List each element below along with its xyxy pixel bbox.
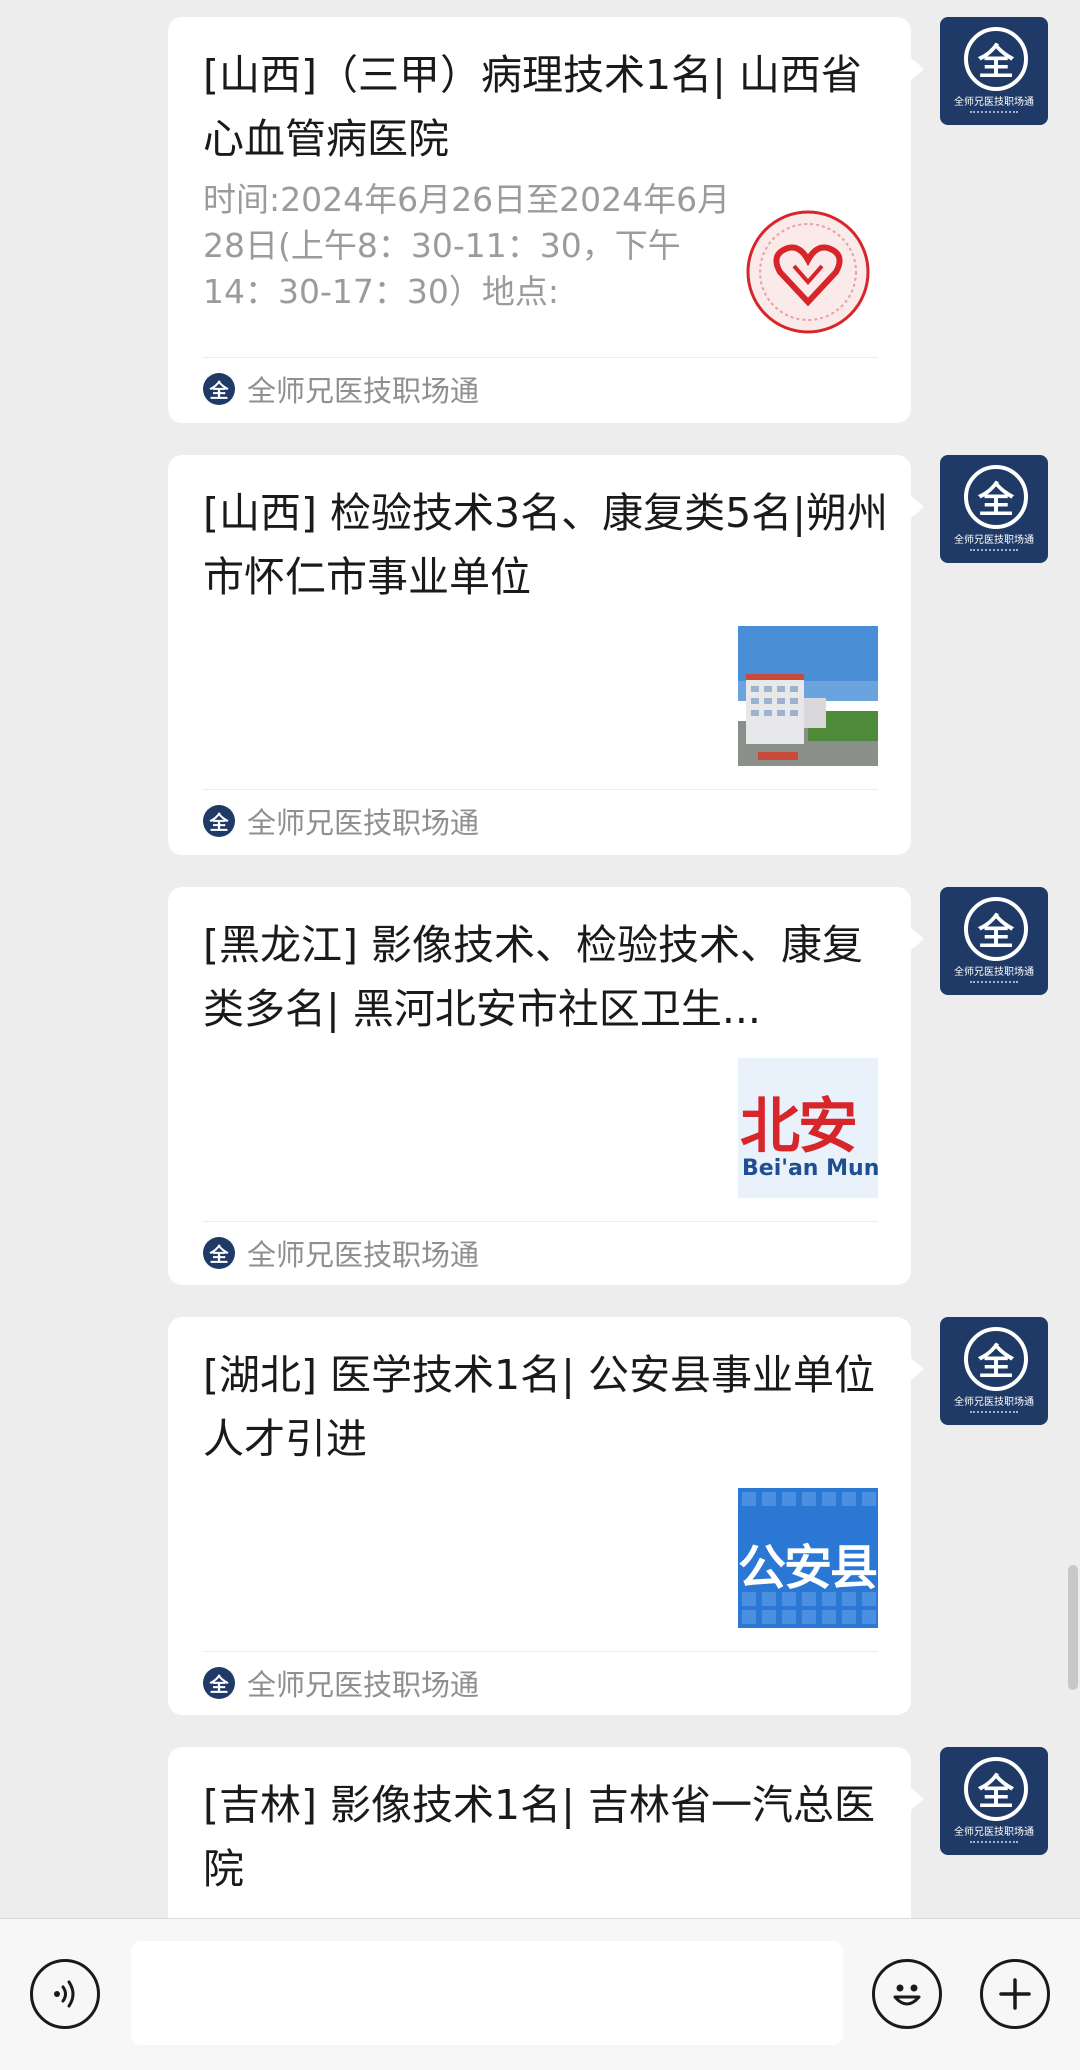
source-logo-icon: 全 (203, 1237, 235, 1269)
voice-icon (54, 1980, 75, 2008)
article-source[interactable]: 全 全师兄医技职场通 (203, 801, 479, 841)
avatar[interactable]: 全 全师兄医技职场通 (940, 17, 1048, 125)
article-title: [吉林] 影像技术1名| 吉林省一汽总医院 (203, 1781, 875, 1893)
article-source[interactable]: 全 全师兄医技职场通 (203, 1663, 479, 1703)
avatar-caption: 全师兄医技职场通 (954, 535, 1034, 546)
card-divider (203, 1221, 878, 1222)
emoji-icon (893, 1984, 921, 2006)
message-input[interactable] (131, 1941, 843, 2045)
article-title: [湖北] 医学技术1名| 公安县事业单位人才引进 (203, 1351, 875, 1463)
avatar[interactable]: 全 全师兄医技职场通 (940, 1747, 1048, 1855)
article-title: [山西] 检验技术3名、康复类5名|朔州市怀仁市事业单位 (203, 489, 888, 601)
thumbnail-text: 公安县 (738, 1540, 878, 1596)
plus-icon (999, 1978, 1031, 2010)
source-name: 全师兄医技职场通 (247, 1668, 480, 1702)
avatar-logo-icon: 全 (964, 897, 1028, 961)
avatar-logo-icon: 全 (964, 1757, 1028, 1821)
scrollbar[interactable] (1068, 1565, 1078, 1690)
source-logo-icon: 全 (203, 373, 235, 405)
source-logo-icon: 全 (203, 805, 235, 837)
emoji-button[interactable] (872, 1959, 942, 2029)
article-source[interactable]: 全 全师兄医技职场通 (203, 1233, 479, 1273)
source-name: 全师兄医技职场通 (247, 806, 480, 840)
source-logo-icon: 全 (203, 1667, 235, 1699)
source-name: 全师兄医技职场通 (247, 1238, 480, 1272)
avatar[interactable]: 全 全师兄医技职场通 (940, 887, 1048, 995)
card-divider (203, 357, 878, 358)
chat-input-bar (0, 1918, 1080, 2070)
avatar-caption: 全师兄医技职场通 (954, 967, 1034, 978)
avatar[interactable]: 全 全师兄医技职场通 (940, 455, 1048, 563)
card-divider (203, 789, 878, 790)
article-thumbnail: 北安 Bei'an Mun (738, 1058, 878, 1198)
article-thumbnail: 公安县 (738, 1488, 878, 1628)
avatar[interactable]: 全 全师兄医技职场通 (940, 1317, 1048, 1425)
avatar-logo-icon: 全 (964, 1327, 1028, 1391)
article-title: [黑龙江] 影像技术、检验技术、康复类多名| 黑河北安市社区卫生... (203, 921, 864, 1033)
article-thumbnail (738, 626, 878, 766)
article-thumbnail (738, 202, 878, 342)
voice-button[interactable] (30, 1959, 100, 2029)
article-description: 时间:2024年6月26日至2024年6月28日(上午8：30-11：30，下午… (203, 180, 731, 311)
article-card[interactable]: [山西] 检验技术3名、康复类5名|朔州市怀仁市事业单位 全 全师兄医技职场通 (168, 455, 924, 855)
article-card[interactable]: [湖北] 医学技术1名| 公安县事业单位人才引进 公安县 全 全师兄医技职场通 (168, 1317, 924, 1715)
article-card[interactable]: [山西]（三甲）病理技术1名| 山西省心血管病医院 时间:2024年6月26日至… (168, 17, 924, 423)
thumbnail-text: 北安 (740, 1092, 858, 1162)
avatar-logo-icon: 全 (964, 465, 1028, 529)
article-card[interactable]: [黑龙江] 影像技术、检验技术、康复类多名| 黑河北安市社区卫生... 北安 B… (168, 887, 924, 1285)
thumbnail-subtext: Bei'an Mun (742, 1156, 878, 1181)
card-divider (203, 1651, 878, 1652)
avatar-logo-icon: 全 (964, 27, 1028, 91)
avatar-caption: 全师兄医技职场通 (954, 1397, 1034, 1408)
article-source[interactable]: 全 全师兄医技职场通 (203, 369, 479, 409)
article-card[interactable]: [吉林] 影像技术1名| 吉林省一汽总医院 (168, 1747, 924, 1947)
article-title: [山西]（三甲）病理技术1名| 山西省心血管病医院 (203, 51, 862, 163)
source-name: 全师兄医技职场通 (247, 374, 480, 408)
avatar-caption: 全师兄医技职场通 (954, 1827, 1034, 1838)
more-button[interactable] (980, 1959, 1050, 2029)
avatar-caption: 全师兄医技职场通 (954, 97, 1034, 108)
